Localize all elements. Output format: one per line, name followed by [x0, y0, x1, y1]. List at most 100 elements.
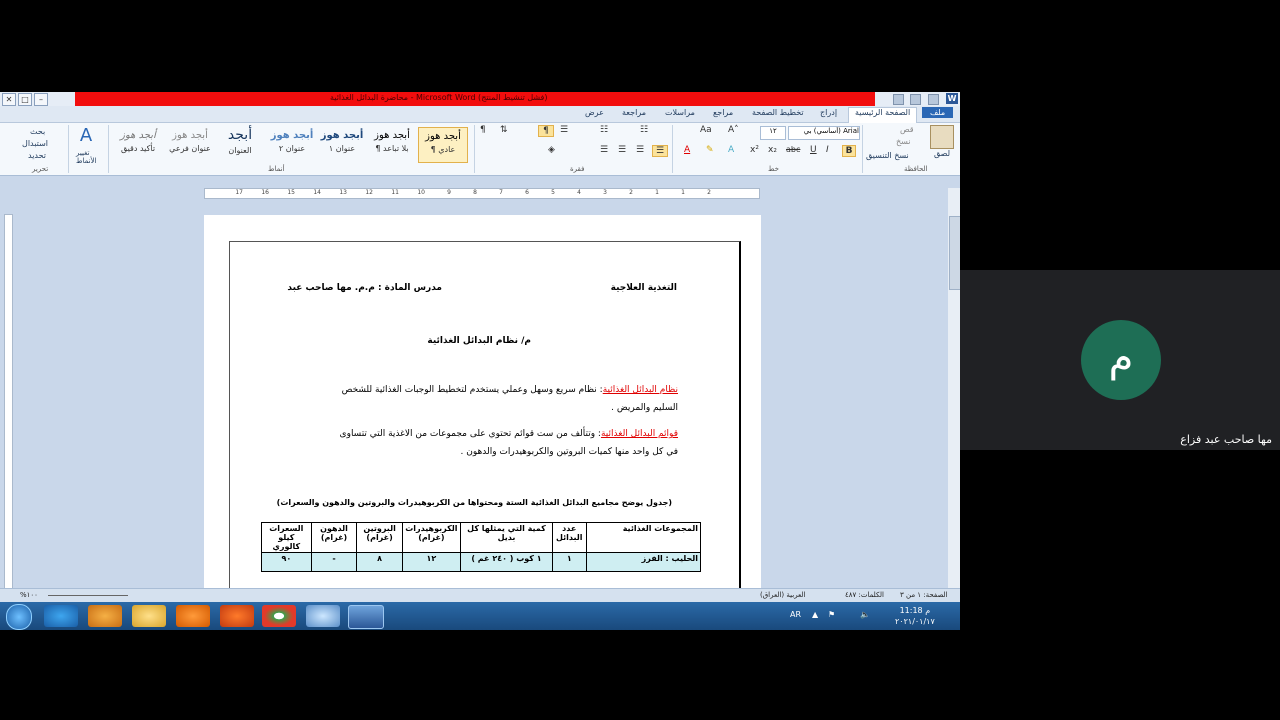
separator: [672, 125, 673, 173]
justify-icon[interactable]: ☰: [652, 145, 668, 157]
participant-tile[interactable]: م مها صاحب عبد فزاع: [960, 270, 1280, 450]
zoom-slider[interactable]: [48, 595, 128, 596]
font-name-box[interactable]: Arial (أساسي) بي: [788, 126, 860, 140]
ruler-number: 1: [655, 189, 659, 196]
speaker-icon[interactable]: 🔈: [860, 610, 870, 619]
indent-icon[interactable]: ☰: [560, 125, 568, 135]
highlight-icon[interactable]: ✎: [706, 145, 714, 155]
italic-button[interactable]: I: [826, 145, 829, 155]
table-cell: -: [310, 552, 358, 572]
show-marks-icon[interactable]: ¶: [480, 125, 486, 135]
table-cell: ١: [552, 552, 587, 572]
tab-file[interactable]: ملف: [922, 107, 954, 118]
separator: [862, 125, 863, 173]
style-title[interactable]: أبجد العنوان: [216, 127, 264, 161]
ruler-number: 5: [551, 189, 555, 196]
undo-icon[interactable]: [893, 94, 904, 105]
ruler-number: 12: [365, 189, 373, 196]
word-count[interactable]: الكلمات: ٤٨٧: [845, 591, 884, 599]
tray-arrow-icon[interactable]: ▲: [812, 610, 818, 619]
ruler-number: 8: [473, 189, 477, 196]
style-normal[interactable]: أبجد هوز ¶ عادي: [418, 127, 468, 163]
firefox-icon[interactable]: [176, 605, 210, 627]
horizontal-ruler[interactable]: 2 1 1 2 3 4 5 6 7 8 9 10 11 12 13 14 15 16 17: [204, 188, 760, 199]
tab-home[interactable]: الصفحة الرئيسية: [848, 107, 918, 123]
tab-references[interactable]: مراجع: [713, 108, 733, 117]
firefox-icon[interactable]: [220, 605, 254, 627]
ribbon: بحث استبدال تحديد تحرير A تغيير الأنماط …: [0, 123, 960, 176]
zoom-level[interactable]: %١٠٠: [20, 591, 38, 599]
subscript-icon[interactable]: x₂: [768, 145, 777, 155]
copy-button[interactable]: نسخ: [896, 137, 911, 146]
bold-button[interactable]: B: [842, 145, 856, 157]
style-subtle-emphasis[interactable]: أبجد هوز تأكيد دقيق: [114, 127, 162, 161]
superscript-icon[interactable]: x²: [750, 145, 759, 155]
font-color-icon[interactable]: A: [684, 145, 690, 155]
tab-mailings[interactable]: مراسلات: [665, 108, 695, 117]
bullets-icon[interactable]: ☷: [640, 125, 648, 135]
media-icon[interactable]: [88, 605, 122, 627]
page-count[interactable]: الصفحة: ١ من ٣: [900, 591, 948, 599]
vertical-scrollbar[interactable]: [948, 188, 960, 588]
shared-screen: ✕ □ – محاضرة البدائل الغذائية - Microsof…: [0, 92, 960, 630]
paste-icon[interactable]: [930, 125, 954, 149]
word-taskbar-icon[interactable]: [348, 605, 384, 629]
underline-button[interactable]: U: [810, 145, 817, 155]
font-shrink-icon[interactable]: A˄: [728, 125, 739, 135]
save-icon[interactable]: [928, 94, 939, 105]
table-header: الكربوهيدرات (غرام): [401, 522, 461, 553]
table-header: عدد البدائل: [552, 522, 587, 553]
header-teacher: مدرس المادة : م.م. مها صاحب عبد: [287, 283, 442, 293]
ruler-number: 1: [681, 189, 685, 196]
change-styles-icon[interactable]: A: [74, 125, 98, 146]
start-button[interactable]: [6, 604, 32, 630]
language-indicator[interactable]: العربية (العراق): [760, 591, 806, 599]
folder-icon[interactable]: [132, 605, 166, 627]
rtl-icon[interactable]: ¶: [538, 125, 554, 137]
flag-icon[interactable]: ⚑: [828, 610, 835, 619]
header-subject: التغذية العلاجية: [610, 283, 677, 293]
redo-icon[interactable]: [910, 94, 921, 105]
sort-icon[interactable]: ⇅: [500, 125, 508, 135]
term-2: قوائم البدائل الغذائية: [600, 429, 678, 439]
table-header: البروتين (غرام): [356, 522, 403, 553]
vertical-ruler[interactable]: [4, 214, 13, 616]
paragraph-group-label: فقرة: [570, 165, 585, 173]
center-icon[interactable]: ☰: [618, 145, 626, 155]
close-button[interactable]: ✕: [2, 93, 16, 106]
align-right-icon[interactable]: ☰: [636, 145, 644, 155]
minimize-button[interactable]: –: [34, 93, 48, 106]
find-button[interactable]: بحث: [30, 127, 45, 136]
clock[interactable]: 11:18 م ٢٠٢١/٠١/١٧: [895, 605, 935, 627]
zoom-app-icon[interactable]: [306, 605, 340, 627]
style-heading-2[interactable]: أبجد هوز عنوان ٢: [268, 127, 316, 161]
tab-insert[interactable]: إدراج: [820, 108, 837, 117]
style-no-spacing[interactable]: أبجد هوز ¶ بلا تباعد: [368, 127, 416, 161]
numbering-icon[interactable]: ☷: [600, 125, 608, 135]
font-grow-icon[interactable]: Aa: [700, 125, 712, 135]
editing-group-label: تحرير: [32, 165, 49, 173]
strikethrough-button[interactable]: abc: [786, 145, 800, 154]
tab-review[interactable]: مراجعة: [622, 108, 646, 117]
text-effects-icon[interactable]: A: [728, 145, 734, 155]
shading-icon[interactable]: ◈: [548, 145, 555, 155]
input-language[interactable]: AR: [790, 610, 801, 619]
format-painter-button[interactable]: نسخ التنسيق: [866, 151, 909, 160]
scroll-thumb[interactable]: [949, 216, 960, 290]
style-subtitle[interactable]: أبجد هوز عنوان فرعي: [166, 127, 214, 161]
cut-button[interactable]: قص: [900, 125, 914, 134]
style-heading-1[interactable]: أبجد هوز عنوان ١: [318, 127, 366, 161]
paste-button[interactable]: لصق: [934, 149, 950, 158]
ie-icon[interactable]: [44, 605, 78, 627]
font-group-label: خط: [768, 165, 779, 173]
tab-view[interactable]: عرض: [585, 108, 604, 117]
tab-page-layout[interactable]: تخطيط الصفحة: [752, 108, 804, 117]
select-button[interactable]: تحديد: [28, 151, 46, 160]
maximize-button[interactable]: □: [18, 93, 32, 106]
paragraph-2-line2: في كل واحد منها كميات البروتين والكربوهي…: [460, 447, 678, 457]
font-size-box[interactable]: ١٢: [760, 126, 786, 140]
align-left-icon[interactable]: ☰: [600, 145, 608, 155]
clock-date: ٢٠٢١/٠١/١٧: [895, 617, 935, 626]
chrome-icon[interactable]: [262, 605, 296, 627]
replace-button[interactable]: استبدال: [22, 139, 48, 148]
